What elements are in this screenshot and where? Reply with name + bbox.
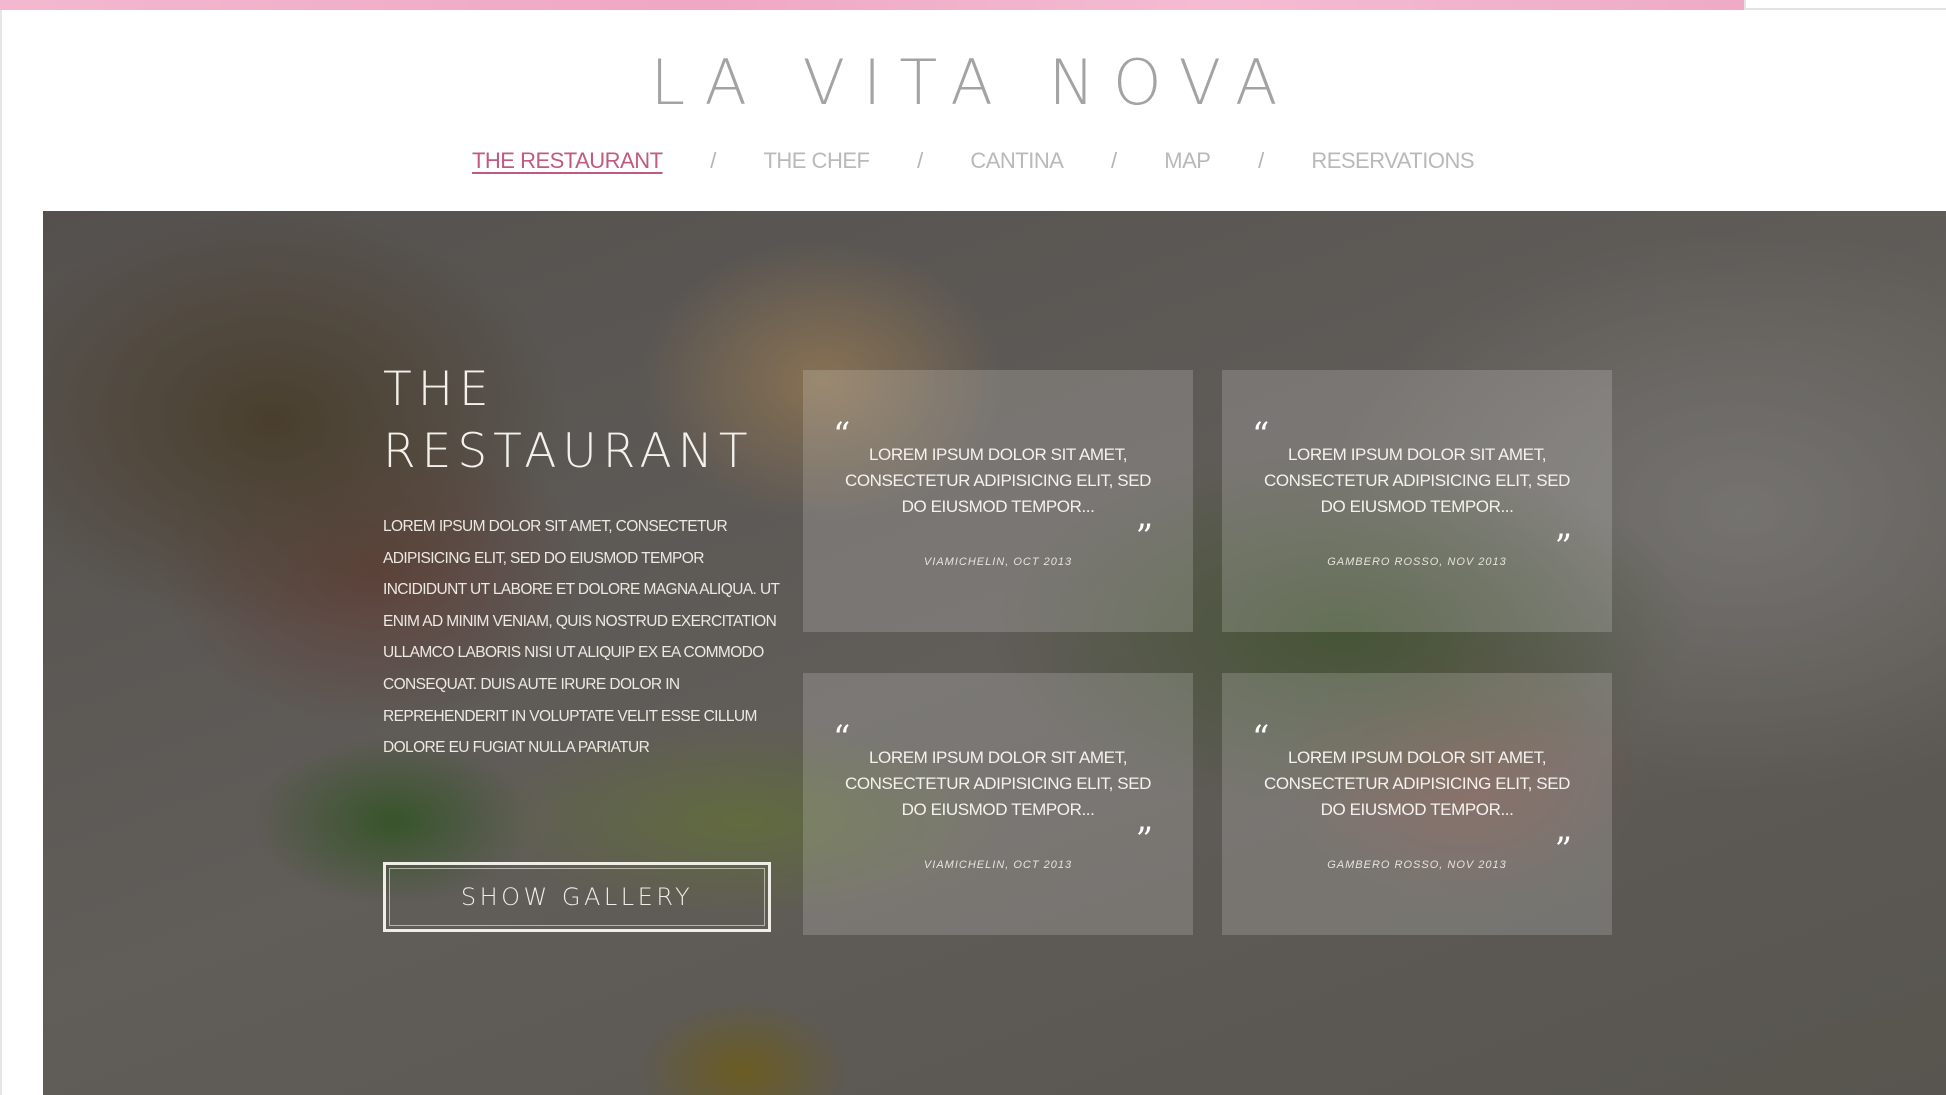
review-quote-card: “ LOREM IPSUM DOLOR SIT AMET, CONSECTETU… — [803, 673, 1193, 935]
main-nav: THE RESTAURANT / THE CHEF / CANTINA / MA… — [0, 148, 1946, 174]
site-logo[interactable]: LA VITA NOVA — [0, 48, 1946, 118]
nav-item-map[interactable]: MAP — [1164, 148, 1211, 174]
review-source: GAMBERO ROSSO, NOV 2013 — [1327, 859, 1507, 871]
hero-section: THE RESTAURANT LOREM IPSUM DOLOR SIT AME… — [43, 211, 1946, 1095]
top-strip-gap — [1744, 0, 1946, 10]
show-gallery-button[interactable]: SHOW GALLERY — [383, 862, 771, 932]
nav-item-reservations[interactable]: RESERVATIONS — [1311, 148, 1474, 174]
hero-title-line: THE — [383, 362, 495, 417]
review-source: GAMBERO ROSSO, NOV 2013 — [1327, 556, 1507, 568]
review-quote-text: LOREM IPSUM DOLOR SIT AMET, CONSECTETUR … — [1263, 748, 1571, 819]
nav-item-the-chef[interactable]: THE CHEF — [763, 148, 870, 174]
close-quote-icon: ” — [1135, 517, 1153, 557]
nav-separator: / — [710, 148, 716, 173]
hero-title: THE RESTAURANT — [383, 359, 783, 483]
review-quote-card: “ LOREM IPSUM DOLOR SIT AMET, CONSECTETU… — [1222, 370, 1612, 632]
hero-background-image — [43, 211, 1946, 1095]
review-quote-card: “ LOREM IPSUM DOLOR SIT AMET, CONSECTETU… — [1222, 673, 1612, 935]
nav-separator: / — [1111, 148, 1117, 173]
nav-item-the-restaurant[interactable]: THE RESTAURANT — [472, 148, 663, 174]
review-quote-card: “ LOREM IPSUM DOLOR SIT AMET, CONSECTETU… — [803, 370, 1193, 632]
nav-item-cantina[interactable]: CANTINA — [970, 148, 1064, 174]
review-quote-text: LOREM IPSUM DOLOR SIT AMET, CONSECTETUR … — [844, 748, 1152, 819]
review-quote-text: LOREM IPSUM DOLOR SIT AMET, CONSECTETUR … — [1263, 445, 1571, 516]
nav-separator: / — [917, 148, 923, 173]
review-source: VIAMICHELIN, OCT 2013 — [923, 556, 1073, 568]
review-source: VIAMICHELIN, OCT 2013 — [923, 859, 1073, 871]
top-accent-strip — [0, 0, 1744, 10]
close-quote-icon: ” — [1135, 820, 1153, 860]
nav-separator: / — [1258, 148, 1264, 173]
review-quote-text: LOREM IPSUM DOLOR SIT AMET, CONSECTETUR … — [844, 445, 1152, 516]
hero-title-line: RESTAURANT — [383, 424, 754, 479]
hero-description: LOREM IPSUM DOLOR SIT AMET, CONSECTETUR … — [383, 518, 780, 757]
